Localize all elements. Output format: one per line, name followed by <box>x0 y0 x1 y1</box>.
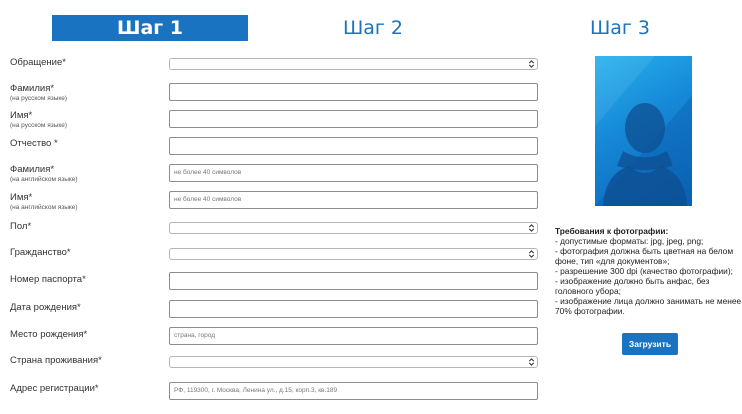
first-name-ru-label: Имя* (на русском языке) <box>10 110 68 129</box>
birth-date-label: Дата рождения* <box>10 302 81 313</box>
tab-step-3[interactable]: Шаг 3 <box>545 15 695 41</box>
registration-address-label: Адрес регистрации* <box>10 383 99 394</box>
tab-step-1[interactable]: Шаг 1 <box>52 15 248 41</box>
birth-place-input[interactable]: страна, город <box>169 327 538 345</box>
gender-select[interactable] <box>169 222 538 234</box>
salutation-select[interactable] <box>169 58 538 70</box>
person-silhouette-icon <box>595 56 692 206</box>
requirement-line: 70% фотографии. <box>555 306 625 316</box>
step-tabs: Шаг 1 Шаг 2 Шаг 3 <box>0 15 742 41</box>
residence-country-label: Страна проживания* <box>10 355 102 366</box>
chevron-updown-icon <box>528 60 535 68</box>
requirement-line: фоне, тип «для документов»; <box>555 256 670 266</box>
passport-input[interactable] <box>169 272 538 290</box>
salutation-label: Обращение* <box>10 57 66 68</box>
birth-date-input[interactable] <box>169 300 538 318</box>
first-name-ru-input[interactable] <box>169 110 538 128</box>
patronymic-input[interactable] <box>169 137 538 155</box>
chevron-updown-icon <box>528 250 535 258</box>
photo-placeholder <box>595 56 692 206</box>
chevron-updown-icon <box>528 224 535 232</box>
last-name-en-input[interactable]: не более 40 символов <box>169 164 538 182</box>
passport-label: Номер паспорта* <box>10 274 86 285</box>
last-name-ru-label: Фамилия* (на русском языке) <box>10 83 68 102</box>
upload-button[interactable]: Загрузить <box>622 333 678 355</box>
first-name-en-label: Имя* (на английском языке) <box>10 192 78 211</box>
requirement-line: - изображение лица должно занимать не ме… <box>555 296 742 306</box>
gender-label: Пол* <box>10 221 32 232</box>
last-name-ru-input[interactable] <box>169 83 538 101</box>
patronymic-label: Отчество * <box>10 138 58 149</box>
photo-requirements: Требования к фотографии: - допустимые фо… <box>555 226 742 316</box>
residence-country-select[interactable] <box>169 356 538 368</box>
citizenship-select[interactable] <box>169 248 538 260</box>
citizenship-label: Гражданство* <box>10 247 71 258</box>
registration-address-input[interactable]: РФ, 119300, г. Москва, Ленина ул., д.15,… <box>169 382 538 400</box>
chevron-updown-icon <box>528 358 535 366</box>
requirement-line: - изображение должно быть анфас, без <box>555 276 710 286</box>
requirements-title: Требования к фотографии: <box>555 226 669 236</box>
requirement-line: головного убора; <box>555 286 621 296</box>
first-name-en-input[interactable]: не более 40 символов <box>169 191 538 209</box>
requirement-line: - разрешение 300 dpi (качество фотографи… <box>555 266 733 276</box>
birth-place-label: Место рождения* <box>10 329 88 340</box>
requirement-line: - допустимые форматы: jpg, jpeg, png; <box>555 236 704 246</box>
tab-step-2[interactable]: Шаг 2 <box>298 15 448 41</box>
requirement-line: - фотография должна быть цветная на бело… <box>555 246 734 256</box>
last-name-en-label: Фамилия* (на английском языке) <box>10 164 78 183</box>
